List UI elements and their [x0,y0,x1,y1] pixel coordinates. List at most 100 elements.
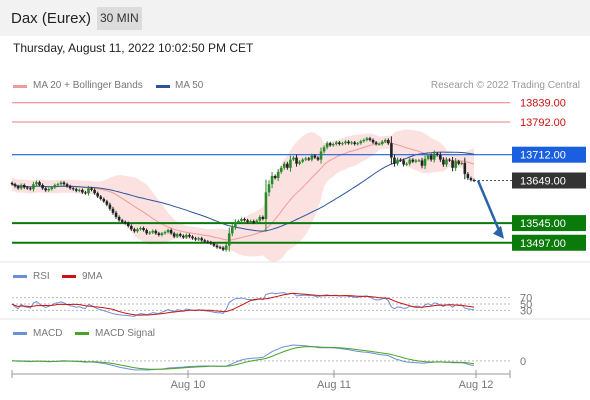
candle-body [420,160,424,166]
candle-body [249,221,252,223]
candle-body [56,184,60,186]
candle-body [322,147,326,152]
candle-body [13,184,17,187]
candle-body [417,160,421,162]
candle-body [273,176,277,179]
candle-body [16,186,20,189]
price-chart: 13839.00 13792.00 13712.00 13649.00 13545.00… [0,98,590,391]
candle-body [292,157,295,160]
candle-body [154,230,158,234]
candle-body [136,229,139,232]
resistance-label: 13792.00 [520,117,566,129]
candle-body [304,158,308,160]
candle-body [74,189,78,191]
candle-body [298,161,301,164]
candle-body [102,198,106,202]
candle-body [310,155,314,160]
candle-body [442,159,445,165]
candle-body [130,225,133,230]
candle-body [301,159,304,162]
candle-body [105,201,109,205]
candle-body [460,162,464,164]
candle-body [457,161,461,164]
candle-body [439,154,442,160]
candle-body [383,139,387,142]
candle-body [359,141,363,144]
candle-body [435,153,439,155]
candle-body [65,184,69,187]
candle-body [90,188,93,190]
candle-body [331,144,335,146]
rsi-level-label: 30 [520,305,532,317]
candle-body [163,232,167,234]
candle-body [53,185,57,188]
candle-body [218,247,222,249]
candle-body [123,221,127,224]
candle-body [224,245,228,250]
candle-body [338,142,341,145]
candle-body [463,162,467,174]
candle-body [145,230,148,234]
candle-body [209,242,213,244]
forecast-arrow-shaft [476,180,502,234]
candle-body [234,221,237,228]
candle-body [194,238,197,240]
x-axis-label: Aug 12 [459,379,494,391]
candle-body [96,193,99,197]
candle-body [454,161,457,168]
candle-body [120,220,124,222]
last-price-label: 13649.00 [520,176,566,188]
candle-body [117,216,121,221]
candle-body [221,247,225,250]
candle-body [148,232,151,234]
macd-zero-label: 0 [520,356,526,368]
candle-body [283,163,286,168]
candle-body [393,157,396,164]
candle-body [347,141,350,144]
candle-body [212,243,216,246]
candle-body [429,155,433,160]
x-axis-label: Aug 11 [317,379,351,391]
candle-body [172,233,176,237]
candle-body [185,234,188,238]
candle-body [295,157,298,164]
candle-body [390,143,393,158]
support-label: 13545.00 [520,218,566,230]
candle-body [472,180,476,182]
candle-body [78,189,81,191]
candle-body [19,185,23,189]
candle-body [243,219,246,221]
candle-body [197,238,200,240]
candle-body [264,192,268,219]
candle-body [252,221,256,223]
candle-body [35,182,38,185]
candle-body [68,186,72,189]
candle-body [25,187,29,189]
macd-panel: 0 [11,344,526,371]
candle-body [286,163,289,168]
x-axis-label: Aug 10 [171,379,206,391]
candle-body [365,138,369,140]
candle-body [240,219,243,222]
candle-body [188,234,191,237]
candle-body [10,182,14,185]
candle-body [84,192,87,194]
candle-body [200,238,203,241]
x-axis: Aug 10 Aug 11 Aug 12 [0,261,590,391]
candle-body [166,230,170,233]
candle-body [62,182,66,185]
candle-body [466,173,470,179]
candle-body [448,159,451,161]
candle-body [399,159,402,161]
candle-body [215,245,219,248]
candle-body [368,138,372,140]
candle-body [47,189,51,191]
candle-body [227,233,231,246]
candle-body [319,151,323,160]
support-label: 13497.00 [520,238,566,250]
candle-body [87,188,90,194]
candle-body [246,220,249,222]
candle-body [402,160,405,165]
resistance-label: 13839.00 [520,98,566,110]
candle-body [44,188,47,191]
